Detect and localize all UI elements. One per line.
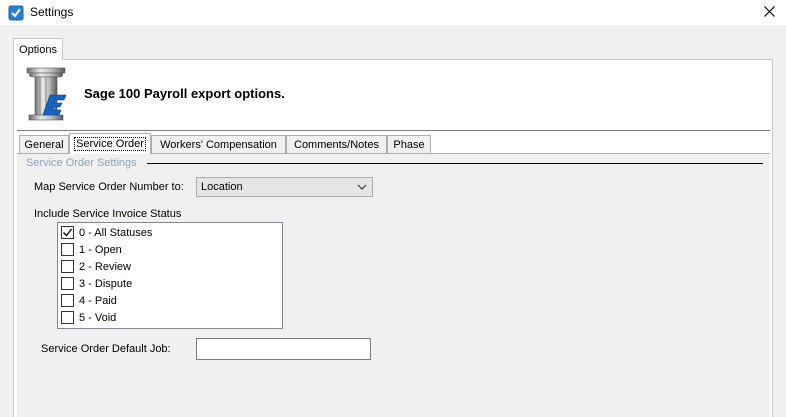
list-item[interactable]: 2 - Review [61, 258, 131, 275]
window-title: Settings [30, 5, 74, 19]
tab-general-label: General [24, 138, 64, 151]
checkbox[interactable] [61, 277, 74, 290]
list-item-label: 4 - Paid [79, 294, 117, 307]
tab-phase-label: Phase [393, 138, 425, 151]
tab-options-label: Options [19, 43, 57, 56]
status-listbox[interactable]: 0 - All Statuses 1 - Open 2 - Review 3 -… [57, 222, 283, 329]
close-button[interactable] [752, 0, 786, 25]
group-title: Service Order Settings [26, 157, 137, 169]
checkbox-checked[interactable] [61, 226, 74, 239]
tab-comments-notes[interactable]: Comments/Notes [286, 135, 387, 153]
map-service-order-label: Map Service Order Number to: [34, 181, 184, 193]
title-bar [0, 0, 786, 25]
default-job-input[interactable] [196, 338, 371, 360]
tab-options[interactable]: Options [13, 38, 63, 60]
list-item[interactable]: 0 - All Statuses [61, 224, 152, 241]
list-item-label: 1 - Open [79, 243, 122, 256]
include-status-label: Include Service Invoice Status [34, 208, 182, 220]
header-divider [17, 130, 770, 131]
tab-workers-compensation[interactable]: Workers' Compensation [151, 135, 286, 153]
tab-comments-notes-label: Comments/Notes [294, 138, 379, 151]
chevron-down-icon [357, 182, 367, 195]
column-logo-icon [25, 66, 69, 122]
list-item[interactable]: 5 - Void [61, 309, 116, 326]
close-icon [763, 5, 775, 20]
list-item[interactable]: 3 - Dispute [61, 275, 132, 292]
map-service-order-value: Location [201, 181, 243, 193]
checkbox-app-icon [8, 5, 24, 21]
list-item[interactable]: 4 - Paid [61, 292, 117, 309]
header-title: Sage 100 Payroll export options. [84, 86, 285, 101]
list-item-label: 5 - Void [79, 311, 117, 324]
default-job-label: Service Order Default Job: [41, 343, 171, 355]
tab-phase[interactable]: Phase [387, 135, 431, 153]
tab-general[interactable]: General [19, 135, 69, 153]
checkbox[interactable] [61, 243, 74, 256]
tab-workers-compensation-label: Workers' Compensation [160, 138, 277, 151]
checkbox[interactable] [61, 260, 74, 273]
list-item[interactable]: 1 - Open [61, 241, 122, 258]
tab-service-order-label: Service Order [74, 137, 146, 151]
tab-service-order[interactable]: Service Order [69, 133, 151, 154]
list-item-label: 0 - All Statuses [79, 226, 153, 239]
checkbox[interactable] [61, 294, 74, 307]
checkbox[interactable] [61, 311, 74, 324]
list-item-label: 3 - Dispute [79, 277, 133, 290]
list-item-label: 2 - Review [79, 260, 131, 273]
group-divider [147, 163, 763, 164]
map-service-order-select[interactable]: Location [196, 177, 373, 197]
